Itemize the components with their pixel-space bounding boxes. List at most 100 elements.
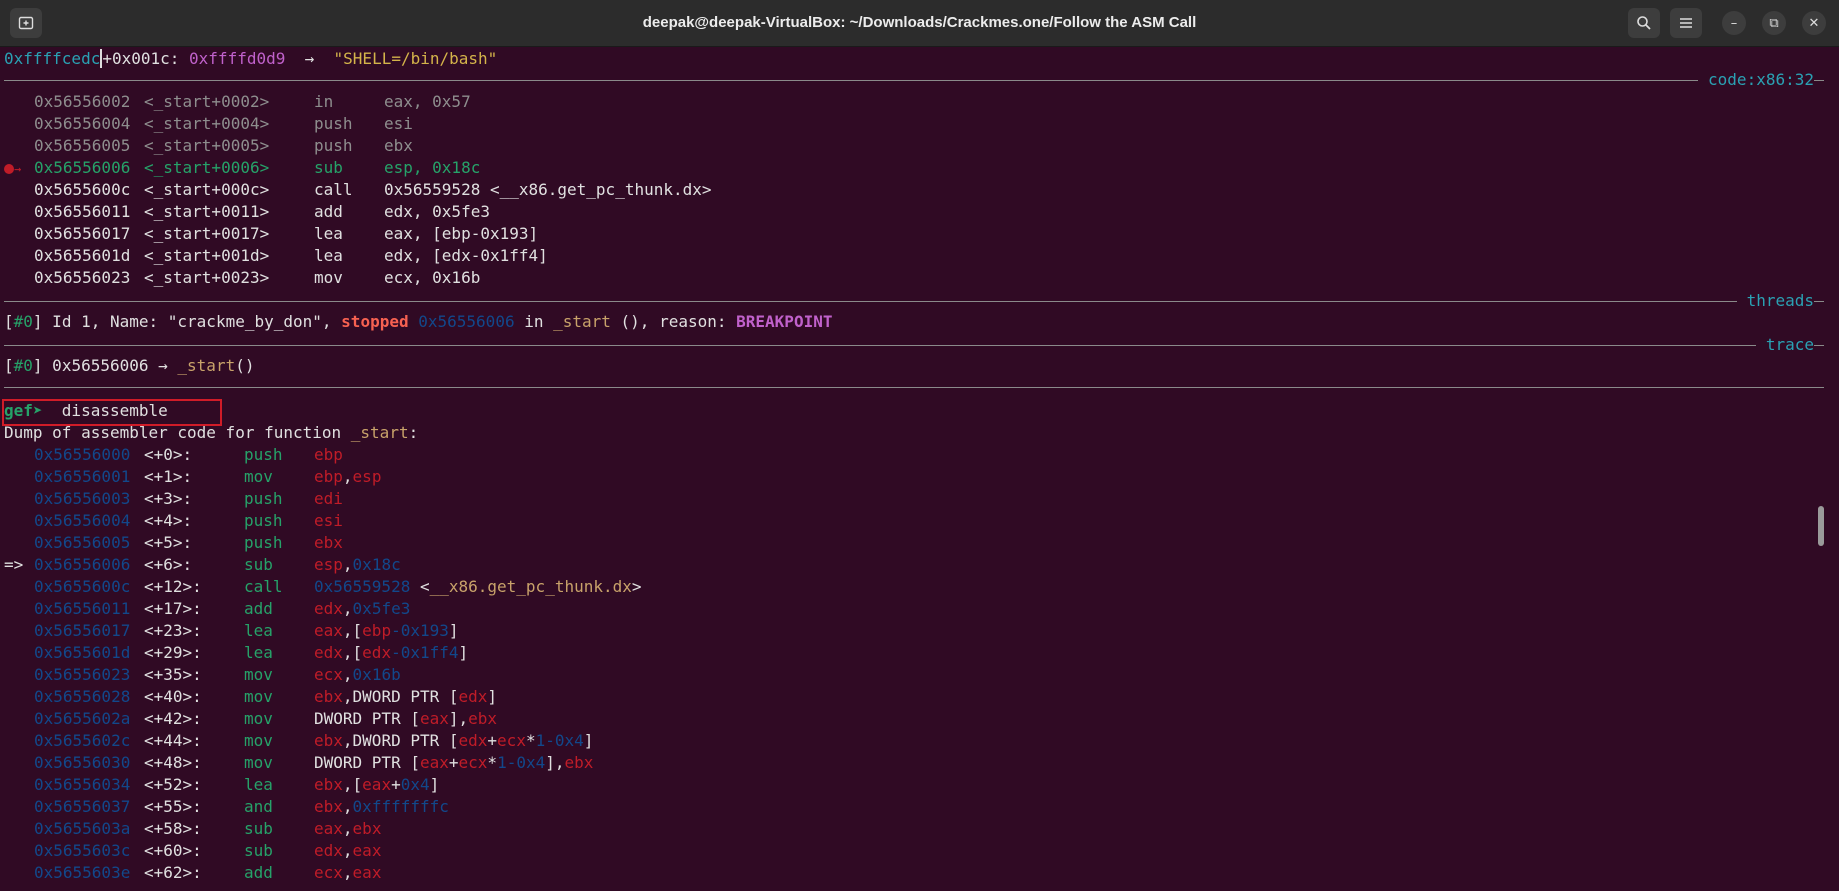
threads-line: [#0] Id 1, Name: "crackme_by_don", stopp… [4,312,833,331]
code-args: edx, 0x5fe3 [384,202,490,221]
disasm-address: 0x5655603a [34,819,131,838]
terminal-area[interactable]: 0xffffcedc +0x001c: 0xffffd0d9 → "SHELL=/… [0,46,1828,891]
code-symbol: <_start+0011> [144,202,270,221]
disasm-operand: ecx [314,863,343,882]
disasm-operand: ebx [468,709,498,728]
disasm-operand: esp [314,555,343,574]
disasm-operand: ], [545,753,565,772]
maximize-button[interactable]: ⧉ [1762,11,1786,35]
breakpoint-marker: → [4,157,34,180]
disasm-line: 0x5655602a <+42>: mov DWORD PTR [eax],ebx [4,708,497,730]
disasm-operand: __x86.get_pc_thunk.dx [429,577,632,596]
disasm-marker [4,576,34,598]
disasm-marker [4,840,34,862]
disasm-address: 0x56556006 [34,555,131,574]
disasm-marker [4,664,34,686]
disasm-operand: eax [419,753,449,772]
code-opcode: lea [314,246,343,265]
code-opcode: sub [314,158,343,177]
disasm-operand: eax [352,863,382,882]
disasm-offset: <+1>: [144,467,193,486]
code-symbol: <_start+0023> [144,268,270,287]
disasm-operand: ,[ [342,775,363,794]
disasm-offset: <+4>: [144,511,193,530]
disasm-offset: <+62>: [144,863,202,882]
separator-code [4,80,1824,81]
disasm-operand: ebx [564,753,594,772]
disasm-operand: DWORD PTR [ [314,709,420,728]
trace-index: #0 [13,356,33,375]
code-address: 0x5655600c [34,180,131,199]
disasm-operand: ebx [314,687,343,706]
disasm-opcode: add [244,599,273,618]
code-line: 0x5655601d <_start+001d> lea edx, [edx-0x1f… [4,245,548,267]
disasm-offset: <+60>: [144,841,202,860]
disasm-operand: , [342,665,353,684]
disasm-opcode: push [244,445,283,464]
thread-desc: Id 1, Name: "crackme_by_don", [42,312,342,331]
disasm-opcode: mov [244,753,273,772]
code-opcode: add [314,202,343,221]
minimize-button[interactable]: – [1722,11,1746,35]
disasm-operand: esp [352,467,382,486]
disasm-operand: ebx [314,797,343,816]
disasm-operand: edx [314,643,343,662]
disasm-operand: 1-0x4 [535,731,584,750]
disasm-line: 0x56556005 <+5>: push ebx [4,532,343,554]
disasm-operand: * [525,731,536,750]
prompt-line[interactable]: gef➤ disassemble [4,400,168,422]
disasm-operand: eax [419,709,449,728]
disasm-address: 0x5655600c [34,577,131,596]
disasm-address: 0x56556000 [34,445,131,464]
thread-status: stopped [341,312,409,331]
thread-reason-label: (), reason: [610,312,737,331]
code-address: 0x56556006 [34,158,131,177]
disasm-marker [4,862,34,884]
disasm-operand: eax [314,819,343,838]
stack-line: 0xffffcedc +0x001c: 0xffffd0d9 → "SHELL=/… [4,48,497,70]
disasm-operand: eax [314,621,343,640]
disasm-operand: , [342,863,353,882]
disasm-opcode: lea [244,643,273,662]
disasm-opcode: lea [244,621,273,640]
disasm-offset: <+52>: [144,775,202,794]
disasm-address: 0x5655601d [34,643,131,662]
search-button[interactable] [1628,8,1660,38]
disasm-operand: ,DWORD PTR [ [342,687,459,706]
menu-button[interactable] [1670,8,1702,38]
code-args: esi [384,114,413,133]
disasm-operand: + [487,731,498,750]
code-opcode: call [314,180,353,199]
code-symbol: <_start+0004> [144,114,270,133]
disasm-offset: <+17>: [144,599,202,618]
disasm-operand: -0x193 [391,621,449,640]
disasm-operand: + [391,775,401,794]
thread-index: #0 [13,312,33,331]
close-button[interactable]: ✕ [1802,11,1826,35]
disasm-operand: ebp [362,621,392,640]
disasm-line: 0x5655600c <+12>: call 0x56559528 <__x86.ge… [4,576,642,598]
disasm-opcode: add [244,863,273,882]
disasm-operand: * [487,753,498,772]
disasm-opcode: mov [244,709,273,728]
disasm-line: 0x56556037 <+55>: and ebx,0xfffffffc [4,796,449,818]
disasm-marker [4,444,34,466]
code-address: 0x56556017 [34,224,131,243]
disasm-line: => 0x56556006 <+6>: sub esp,0x18c [4,554,401,576]
disasm-opcode: sub [244,819,273,838]
trace-line: [#0] 0x56556006 → _start() [4,356,255,375]
disasm-address: 0x56556011 [34,599,131,618]
disasm-offset: <+0>: [144,445,193,464]
scrollbar-thumb[interactable] [1818,506,1824,546]
disasm-line: 0x56556004 <+4>: push esi [4,510,343,532]
disasm-marker [4,708,34,730]
disasm-operand: edx [362,643,392,662]
disasm-marker [4,752,34,774]
thread-in: in [514,312,554,331]
disasm-offset: <+42>: [144,709,202,728]
disasm-operand: DWORD PTR [ [314,753,420,772]
disasm-line: 0x56556034 <+52>: lea ebx,[eax+0x4] [4,774,439,796]
code-line: 0x56556004 <_start+0004> push esi [4,113,413,135]
disasm-operand: ] [583,731,594,750]
breakpoint-icon [4,163,14,174]
